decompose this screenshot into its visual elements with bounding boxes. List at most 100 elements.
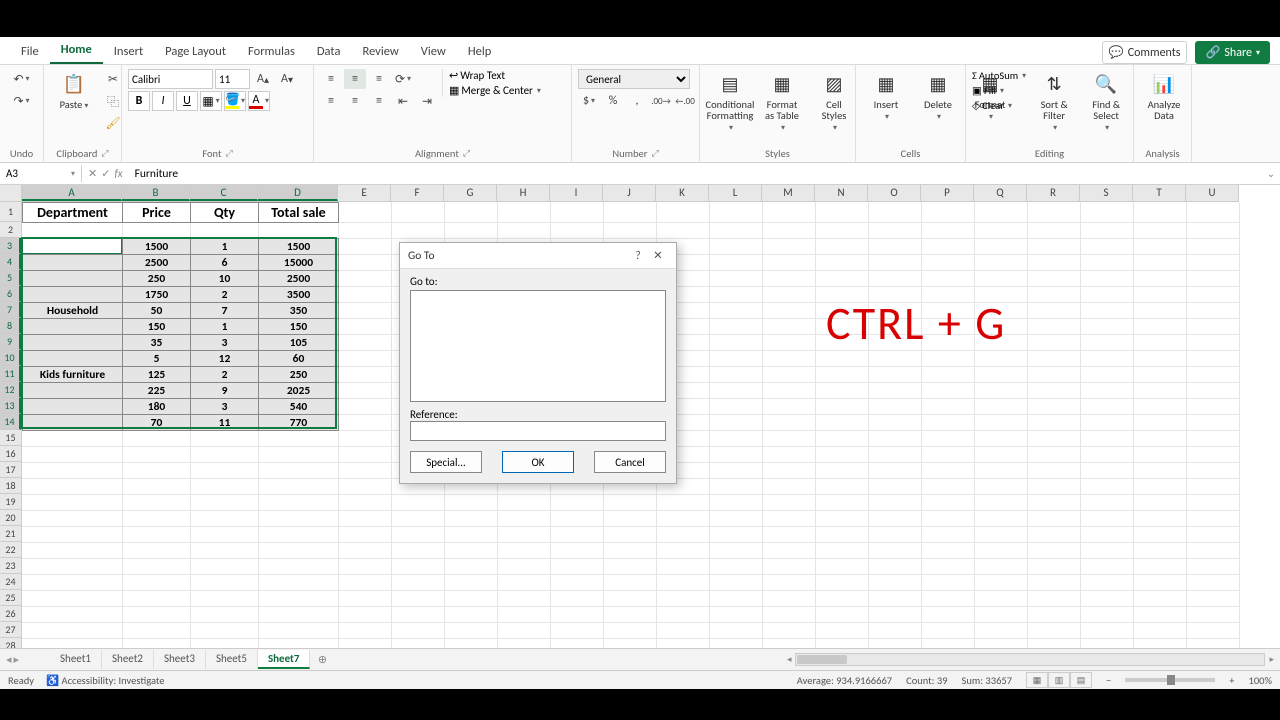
- col-header-E[interactable]: E: [338, 185, 391, 201]
- tab-review[interactable]: Review: [351, 39, 409, 64]
- col-header-F[interactable]: F: [391, 185, 444, 201]
- page-break-view-button[interactable]: ▤: [1070, 672, 1092, 688]
- col-header-A[interactable]: A: [22, 185, 122, 201]
- table-row[interactable]: 51260: [23, 351, 339, 367]
- col-header-O[interactable]: O: [868, 185, 921, 201]
- table-row[interactable]: 250102500: [23, 271, 339, 287]
- table-row[interactable]: 1803540: [23, 399, 339, 415]
- wrap-text-button[interactable]: ↩Wrap Text: [449, 69, 541, 82]
- col-header-B[interactable]: B: [122, 185, 190, 201]
- row-header-16[interactable]: 16: [0, 446, 21, 462]
- hscroll-left[interactable]: ◂: [787, 654, 792, 665]
- col-header-K[interactable]: K: [656, 185, 709, 201]
- col-header-G[interactable]: G: [444, 185, 497, 201]
- cut-button[interactable]: ✂: [102, 69, 124, 89]
- autosum-button[interactable]: ΣAutoSum: [972, 69, 1026, 82]
- table-header[interactable]: Price: [123, 203, 191, 223]
- ok-button[interactable]: OK: [502, 451, 574, 473]
- row-header-20[interactable]: 20: [0, 510, 21, 526]
- table-row[interactable]: Kids furniture1252250: [23, 367, 339, 383]
- dialog-help-button[interactable]: ?: [628, 246, 648, 266]
- cell-styles-button[interactable]: ▨Cell Styles: [810, 69, 858, 135]
- table-row[interactable]: Furniture150011500: [23, 239, 339, 255]
- expand-formula-bar[interactable]: ⌄: [1262, 167, 1280, 180]
- zoom-in-button[interactable]: +: [1229, 674, 1234, 687]
- name-box[interactable]: A3▾: [0, 165, 82, 182]
- formula-bar[interactable]: Furniture: [129, 165, 1262, 183]
- decrease-font-button[interactable]: A▾: [276, 69, 298, 89]
- table-row[interactable]: 1501150: [23, 319, 339, 335]
- col-header-H[interactable]: H: [497, 185, 550, 201]
- find-select-button[interactable]: 🔍Find & Select: [1082, 69, 1130, 135]
- row-header-3[interactable]: 3: [0, 238, 21, 254]
- col-header-J[interactable]: J: [603, 185, 656, 201]
- cancel-button[interactable]: Cancel: [594, 451, 666, 473]
- sheet-tab-sheet5[interactable]: Sheet5: [206, 650, 258, 669]
- row-header-24[interactable]: 24: [0, 574, 21, 590]
- zoom-slider[interactable]: [1125, 678, 1215, 682]
- dialog-close-button[interactable]: ✕: [648, 246, 668, 266]
- sheet-tab-sheet3[interactable]: Sheet3: [154, 650, 206, 669]
- row-header-23[interactable]: 23: [0, 558, 21, 574]
- sheet-tab-sheet7[interactable]: Sheet7: [258, 650, 311, 669]
- align-top-button[interactable]: ≡: [320, 69, 342, 89]
- col-header-D[interactable]: D: [258, 185, 338, 201]
- row-header-22[interactable]: 22: [0, 542, 21, 558]
- table-row[interactable]: 175023500: [23, 287, 339, 303]
- borders-button[interactable]: ▦: [200, 91, 222, 111]
- row-header-26[interactable]: 26: [0, 606, 21, 622]
- insert-cells-button[interactable]: ▦Insert: [862, 69, 910, 124]
- italic-button[interactable]: I: [152, 91, 174, 111]
- alignment-launcher[interactable]: ⤢: [463, 148, 470, 159]
- orientation-button[interactable]: ⟳: [392, 69, 414, 89]
- new-sheet-button[interactable]: ⊕: [310, 653, 334, 666]
- row-header-18[interactable]: 18: [0, 478, 21, 494]
- select-all-corner[interactable]: [0, 185, 22, 202]
- hscroll-right[interactable]: ▸: [1269, 654, 1274, 665]
- paste-button[interactable]: 📋 Paste: [50, 69, 98, 114]
- redo-button[interactable]: ↷: [11, 91, 33, 111]
- table-row[interactable]: 22592025: [23, 383, 339, 399]
- sheet-nav-next[interactable]: ▸: [14, 653, 20, 666]
- col-header-N[interactable]: N: [815, 185, 868, 201]
- copy-button[interactable]: ⿻: [102, 91, 124, 111]
- col-header-L[interactable]: L: [709, 185, 762, 201]
- delete-cells-button[interactable]: ▦Delete: [914, 69, 962, 124]
- worksheet-grid[interactable]: ABCDEFGHIJKLMNOPQRSTU 123456789101112131…: [0, 185, 1280, 648]
- row-header-8[interactable]: 8: [0, 318, 21, 334]
- percent-button[interactable]: %: [602, 91, 624, 111]
- share-button[interactable]: 🔗Share▾: [1195, 41, 1270, 64]
- special-button[interactable]: Special...: [410, 451, 482, 473]
- row-header-5[interactable]: 5: [0, 270, 21, 286]
- col-header-M[interactable]: M: [762, 185, 815, 201]
- tab-file[interactable]: File: [10, 39, 50, 64]
- col-header-C[interactable]: C: [190, 185, 258, 201]
- row-header-14[interactable]: 14: [0, 414, 21, 430]
- fx-icon[interactable]: fx: [114, 167, 122, 180]
- page-layout-view-button[interactable]: ▥: [1048, 672, 1070, 688]
- sort-filter-button[interactable]: ⇅Sort & Filter: [1030, 69, 1078, 135]
- align-left-button[interactable]: ≡: [320, 91, 342, 111]
- table-row[interactable]: Household507350: [23, 303, 339, 319]
- row-header-25[interactable]: 25: [0, 590, 21, 606]
- analyze-data-button[interactable]: 📊Analyze Data: [1140, 69, 1188, 123]
- underline-button[interactable]: U: [176, 91, 198, 111]
- comments-button[interactable]: 💬Comments: [1102, 41, 1188, 64]
- font-color-button[interactable]: A: [248, 91, 270, 111]
- table-header[interactable]: Department: [23, 203, 123, 223]
- font-name-select[interactable]: [128, 69, 213, 89]
- row-header-11[interactable]: 11: [0, 366, 21, 382]
- col-header-Q[interactable]: Q: [974, 185, 1027, 201]
- col-header-S[interactable]: S: [1080, 185, 1133, 201]
- sheet-tab-sheet1[interactable]: Sheet1: [50, 650, 102, 669]
- tab-formulas[interactable]: Formulas: [237, 39, 306, 64]
- font-size-select[interactable]: [215, 69, 250, 89]
- accounting-button[interactable]: $: [578, 91, 600, 111]
- col-header-T[interactable]: T: [1133, 185, 1186, 201]
- zoom-level[interactable]: 100%: [1249, 674, 1272, 687]
- fill-button[interactable]: ▣Fill: [972, 84, 1026, 97]
- bold-button[interactable]: B: [128, 91, 150, 111]
- row-header-1[interactable]: 1: [0, 202, 21, 222]
- increase-decimal-button[interactable]: .00→: [650, 91, 672, 111]
- tab-help[interactable]: Help: [457, 39, 502, 64]
